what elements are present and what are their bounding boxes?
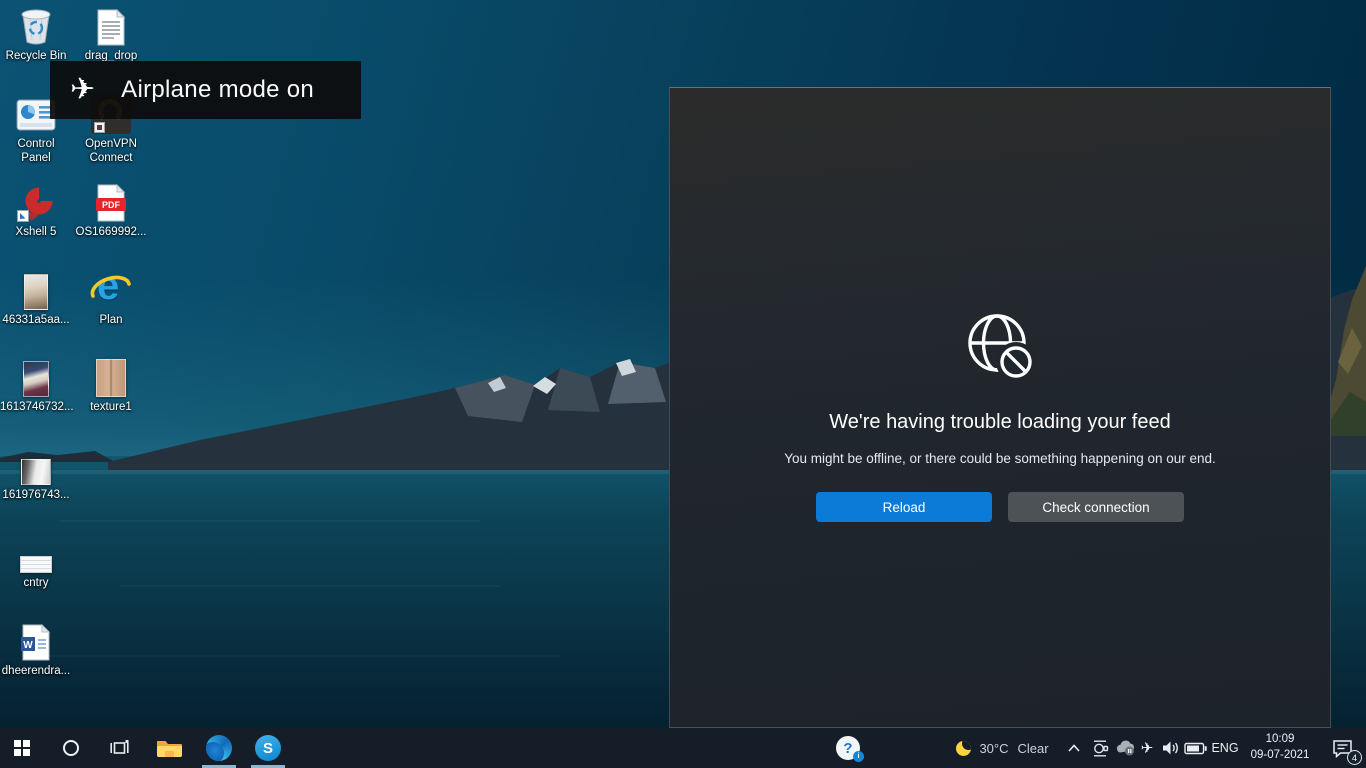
icon-label: Control Panel bbox=[5, 137, 67, 166]
clock-date: 09-07-2021 bbox=[1251, 748, 1310, 764]
spreadsheet-thumbnail bbox=[0, 531, 72, 573]
moon-icon bbox=[956, 741, 971, 756]
internet-explorer-icon: e bbox=[75, 268, 147, 310]
help-info-badge: i bbox=[853, 751, 864, 762]
clock-time: 10:09 bbox=[1251, 732, 1310, 748]
desktop-icon-plan[interactable]: e Plan bbox=[75, 268, 147, 327]
file-explorer-icon bbox=[156, 738, 182, 758]
cortana-button[interactable] bbox=[48, 728, 94, 768]
weather-condition: Clear bbox=[1017, 741, 1048, 756]
clock[interactable]: 10:09 09-07-2021 bbox=[1242, 728, 1318, 768]
airplane-mode-notification: ✈ Airplane mode on bbox=[50, 61, 361, 119]
get-help-icon: ? i bbox=[836, 736, 860, 760]
reload-button[interactable]: Reload bbox=[816, 492, 992, 522]
photo-thumbnail bbox=[0, 268, 72, 310]
pdf-icon: PDF bbox=[75, 180, 147, 222]
speaker-icon bbox=[1161, 740, 1180, 756]
xshell-icon bbox=[0, 180, 72, 222]
desktop-icon-image-46331[interactable]: 46331a5aa... bbox=[0, 268, 72, 327]
edge-button[interactable] bbox=[196, 728, 242, 768]
file-explorer-button[interactable] bbox=[146, 728, 192, 768]
feed-error-subtitle: You might be offline, or there could be … bbox=[670, 451, 1330, 466]
icon-label: dheerendra... bbox=[0, 664, 72, 678]
desktop-icon-word-document[interactable]: W dheerendra... bbox=[0, 619, 72, 678]
photo-thumbnail bbox=[0, 355, 72, 397]
edge-icon bbox=[206, 735, 232, 761]
desktop-icon-drag-drop[interactable]: drag_drop bbox=[75, 4, 147, 63]
icon-label: 46331a5aa... bbox=[0, 313, 72, 327]
icon-label: OS1669992... bbox=[75, 225, 147, 239]
news-feed-panel: We're having trouble loading your feed Y… bbox=[669, 87, 1331, 728]
battery-icon bbox=[1184, 742, 1207, 755]
task-view-button[interactable] bbox=[96, 728, 142, 768]
svg-text:PDF: PDF bbox=[102, 200, 121, 210]
start-button[interactable] bbox=[0, 728, 44, 768]
icon-label: 1613746732... bbox=[0, 400, 72, 414]
onedrive-paused-button[interactable] bbox=[1112, 728, 1138, 768]
icon-label: texture1 bbox=[75, 400, 147, 414]
desktop-icon-cntry[interactable]: cntry bbox=[0, 531, 72, 590]
text-document-icon bbox=[75, 4, 147, 46]
show-hidden-icons-button[interactable] bbox=[1062, 728, 1086, 768]
photo-thumbnail bbox=[75, 355, 147, 397]
weather-widget[interactable]: 30°C Clear bbox=[945, 728, 1060, 768]
desktop-icon-image-1613[interactable]: 1613746732... bbox=[0, 355, 72, 414]
globe-offline-icon bbox=[962, 308, 1038, 384]
action-center-button[interactable]: 4 bbox=[1318, 728, 1366, 768]
desktop-icon-image-1619[interactable]: 161976743... bbox=[0, 443, 72, 502]
battery-button[interactable] bbox=[1182, 728, 1209, 768]
airplane-mode-text: Airplane mode on bbox=[121, 76, 314, 104]
task-view-icon bbox=[110, 740, 129, 756]
taskbar: S ? i 30°C Clear bbox=[0, 728, 1366, 768]
desktop-icon-recycle-bin[interactable]: Recycle Bin bbox=[0, 4, 72, 63]
meet-now-camera-icon bbox=[1090, 740, 1110, 757]
language-indicator[interactable]: ENG bbox=[1208, 728, 1242, 768]
chevron-up-icon bbox=[1068, 744, 1080, 752]
icon-label: cntry bbox=[0, 576, 72, 590]
check-connection-button[interactable]: Check connection bbox=[1008, 492, 1184, 522]
onedrive-cloud-icon bbox=[1114, 740, 1136, 756]
skype-button[interactable]: S bbox=[245, 728, 291, 768]
icon-label: OpenVPN Connect bbox=[80, 137, 142, 166]
skype-icon: S bbox=[255, 735, 281, 761]
svg-text:W: W bbox=[23, 640, 33, 651]
icon-label: Xshell 5 bbox=[0, 225, 72, 239]
windows-desktop: { "notification_banner": { "text": "Airp… bbox=[0, 0, 1366, 768]
desktop-icon-pdf-document[interactable]: PDF OS1669992... bbox=[75, 180, 147, 239]
cortana-icon bbox=[63, 740, 79, 756]
photo-thumbnail bbox=[0, 443, 72, 485]
feed-error-title: We're having trouble loading your feed bbox=[670, 411, 1330, 434]
volume-button[interactable] bbox=[1157, 728, 1183, 768]
weather-temperature: 30°C bbox=[979, 741, 1008, 756]
word-document-icon: W bbox=[0, 619, 72, 661]
desktop-icon-texture1[interactable]: texture1 bbox=[75, 355, 147, 414]
airplane-mode-tray-button[interactable]: ✈ bbox=[1136, 728, 1158, 768]
shortcut-arrow-overlay bbox=[94, 122, 105, 133]
recycle-bin-icon bbox=[0, 4, 72, 46]
notification-count-badge: 4 bbox=[1347, 750, 1362, 765]
windows-logo-icon bbox=[14, 740, 30, 756]
airplane-icon: ✈ bbox=[1141, 739, 1154, 757]
desktop-icon-xshell-5[interactable]: Xshell 5 bbox=[0, 180, 72, 239]
get-help-button[interactable]: ? i bbox=[826, 728, 870, 768]
icon-label: 161976743... bbox=[0, 488, 72, 502]
icon-label: Plan bbox=[75, 313, 147, 327]
airplane-icon: ✈ bbox=[70, 75, 95, 105]
meet-now-button[interactable] bbox=[1087, 728, 1112, 768]
